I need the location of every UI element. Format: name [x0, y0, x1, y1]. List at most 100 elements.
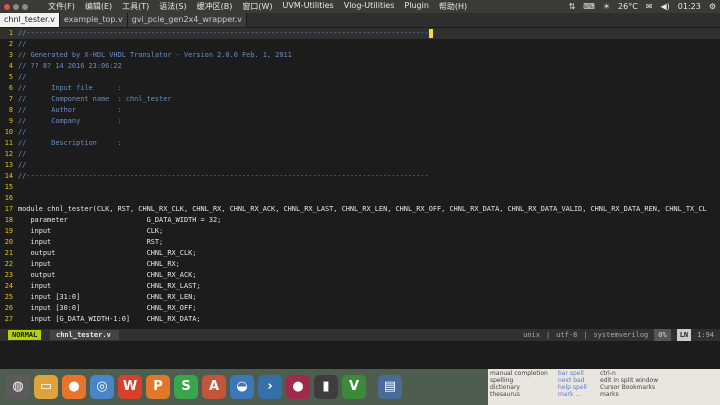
code-line[interactable]: 6 // Input file :	[0, 83, 720, 94]
code-line[interactable]: 23 output CHNL_RX_ACK;	[0, 270, 720, 281]
code-line[interactable]: 26 input [30:0] CHNL_RX_OFF;	[0, 303, 720, 314]
code-line[interactable]: 18 parameter G_DATA_WIDTH = 32;	[0, 215, 720, 226]
code-line[interactable]: 2 //	[0, 39, 720, 50]
system-monitor-icon[interactable]: ▤	[378, 375, 402, 399]
keyboard-icon[interactable]: ⌨	[583, 2, 595, 11]
code-line[interactable]: 11 // Description :	[0, 138, 720, 149]
settings-gear-icon[interactable]: ⚙	[709, 2, 716, 11]
code-line[interactable]: 14 //------------------------------------…	[0, 171, 720, 182]
code-text: // Generated by X-HDL VHDL Translator - …	[18, 50, 292, 61]
code-line[interactable]: 17 module chnl_tester(CLK, RST, CHNL_RX_C…	[0, 204, 720, 215]
code-content: input [30:0] CHNL_RX_OFF;	[18, 304, 197, 312]
editor-text-area[interactable]: 1 //-------------------------------------…	[0, 28, 720, 329]
code-content: // Component name : chnl_tester	[18, 95, 172, 103]
code-line[interactable]: 7 // Component name : chnl_tester	[0, 94, 720, 105]
code-line[interactable]: 27 input [G_DATA_WIDTH-1:0] CHNL_RX_DATA…	[0, 314, 720, 325]
close-window-icon[interactable]	[4, 3, 10, 10]
weather-icon[interactable]: ☀	[603, 2, 610, 11]
menu-edit[interactable]: 编辑(E)	[85, 1, 112, 12]
code-content: output CHNL_RX_ACK;	[18, 271, 197, 279]
minimize-window-icon[interactable]	[13, 3, 19, 10]
code-line[interactable]: 22 input CHNL_RX;	[0, 259, 720, 270]
top-menubar: 文件(F) 编辑(E) 工具(T) 语法(S) 缓冲区(B) 窗口(W) UVM…	[0, 0, 720, 13]
menu-uvm-utilities[interactable]: UVM-Utilities	[283, 1, 334, 12]
gvim-icon[interactable]: V	[342, 375, 366, 399]
temperature[interactable]: 26°C	[618, 2, 638, 11]
menu-help[interactable]: 帮助(H)	[439, 1, 467, 12]
recorder-icon[interactable]: ●	[286, 375, 310, 399]
separator: |	[583, 331, 588, 339]
line-number: 5	[8, 73, 13, 81]
code-text: input RST;	[18, 237, 163, 248]
wps-spreadsheet-icon[interactable]: S	[174, 375, 198, 399]
tab-chnl-tester[interactable]: chnl_tester.v	[0, 13, 60, 27]
network-icon[interactable]: ⇅	[569, 2, 576, 11]
mail-icon[interactable]: ✉	[646, 2, 653, 11]
code-line[interactable]: 10 //	[0, 127, 720, 138]
line-number: 4	[8, 62, 13, 70]
code-line[interactable]: 20 input RST;	[0, 237, 720, 248]
code-line[interactable]: 16	[0, 193, 720, 204]
code-line[interactable]: 24 input CHNL_RX_LAST;	[0, 281, 720, 292]
maximize-window-icon[interactable]	[22, 3, 28, 10]
menu-window[interactable]: 窗口(W)	[242, 1, 272, 12]
line-number: 1	[8, 29, 13, 37]
code-line[interactable]: 13 //	[0, 160, 720, 171]
line-number: 10	[4, 128, 13, 136]
code-content: // Input file :	[18, 84, 122, 92]
file-type: systemverilog	[593, 331, 649, 339]
cheatsheet-entry: dictionary	[490, 384, 520, 391]
line-number: 25	[4, 293, 13, 301]
wps-presentation-icon[interactable]: P	[146, 375, 170, 399]
code-content: // Company :	[18, 117, 122, 125]
volume-icon[interactable]: ◀)	[660, 2, 669, 11]
clock[interactable]: 01:23	[678, 2, 701, 11]
backup-icon[interactable]: ◒	[230, 375, 254, 399]
wps-writer-icon[interactable]: W	[118, 375, 142, 399]
menu-buffers[interactable]: 缓冲区(B)	[197, 1, 233, 12]
firefox-icon[interactable]: ●	[62, 375, 86, 399]
chromium-icon[interactable]: ◎	[90, 375, 114, 399]
menu-file[interactable]: 文件(F)	[48, 1, 75, 12]
forward-icon[interactable]: ›	[258, 375, 282, 399]
code-line[interactable]: 25 input [31:0] CHNL_RX_LEN;	[0, 292, 720, 303]
menu-vlog-utilities[interactable]: Vlog-Utilities	[344, 1, 395, 12]
menu-tools[interactable]: 工具(T)	[122, 1, 149, 12]
line-number: 17	[4, 205, 13, 213]
tab-example-top[interactable]: example_top.v	[59, 13, 128, 27]
software-center-icon[interactable]: A	[202, 375, 226, 399]
code-text: //--------------------------------------…	[18, 171, 429, 182]
statusline-filename: chnl_tester.v	[50, 330, 119, 340]
terminal-icon[interactable]: ▮	[314, 375, 338, 399]
cheatsheet-entry: ctrl-n	[600, 370, 616, 377]
code-text: // Component name : chnl_tester	[18, 94, 172, 105]
code-line[interactable]: 5 //	[0, 72, 720, 83]
code-text: // Input file :	[18, 83, 122, 94]
line-number: 22	[4, 260, 13, 268]
cheatsheet-entry: thesaurus	[490, 391, 520, 398]
code-line[interactable]: 1 //-------------------------------------…	[0, 28, 720, 39]
code-line[interactable]: 3 // Generated by X-HDL VHDL Translator -…	[0, 50, 720, 61]
tab-gvi-pcie-wrapper[interactable]: gvi_pcie_gen2x4_wrapper.v	[127, 13, 248, 27]
code-line[interactable]: 15	[0, 182, 720, 193]
code-line[interactable]: 21 output CHNL_RX_CLK;	[0, 248, 720, 259]
code-line[interactable]: 12 //	[0, 149, 720, 160]
files-icon[interactable]: ▭	[34, 375, 58, 399]
code-text: output CHNL_RX_CLK;	[18, 248, 196, 259]
line-number: 18	[4, 216, 13, 224]
cheatsheet-entry: mark ...	[558, 391, 582, 398]
ubuntu-dash-icon[interactable]: ◍	[6, 375, 30, 399]
code-line[interactable]: 8 // Author :	[0, 105, 720, 116]
menu-plugin[interactable]: Plugin	[404, 1, 429, 12]
code-line[interactable]: 19 input CLK;	[0, 226, 720, 237]
menu-syntax[interactable]: 语法(S)	[159, 1, 186, 12]
code-line[interactable]: 9 // Company :	[0, 116, 720, 127]
line-number: 12	[4, 150, 13, 158]
code-content: //	[18, 73, 27, 81]
code-content: output CHNL_RX_CLK;	[18, 249, 197, 257]
command-line[interactable]	[0, 341, 720, 369]
code-line[interactable]: 4 // ?? 8? 14 2016 23:06:22	[0, 61, 720, 72]
line-number: 15	[4, 183, 13, 191]
line-number: 20	[4, 238, 13, 246]
code-text: input [G_DATA_WIDTH-1:0] CHNL_RX_DATA;	[18, 314, 200, 325]
